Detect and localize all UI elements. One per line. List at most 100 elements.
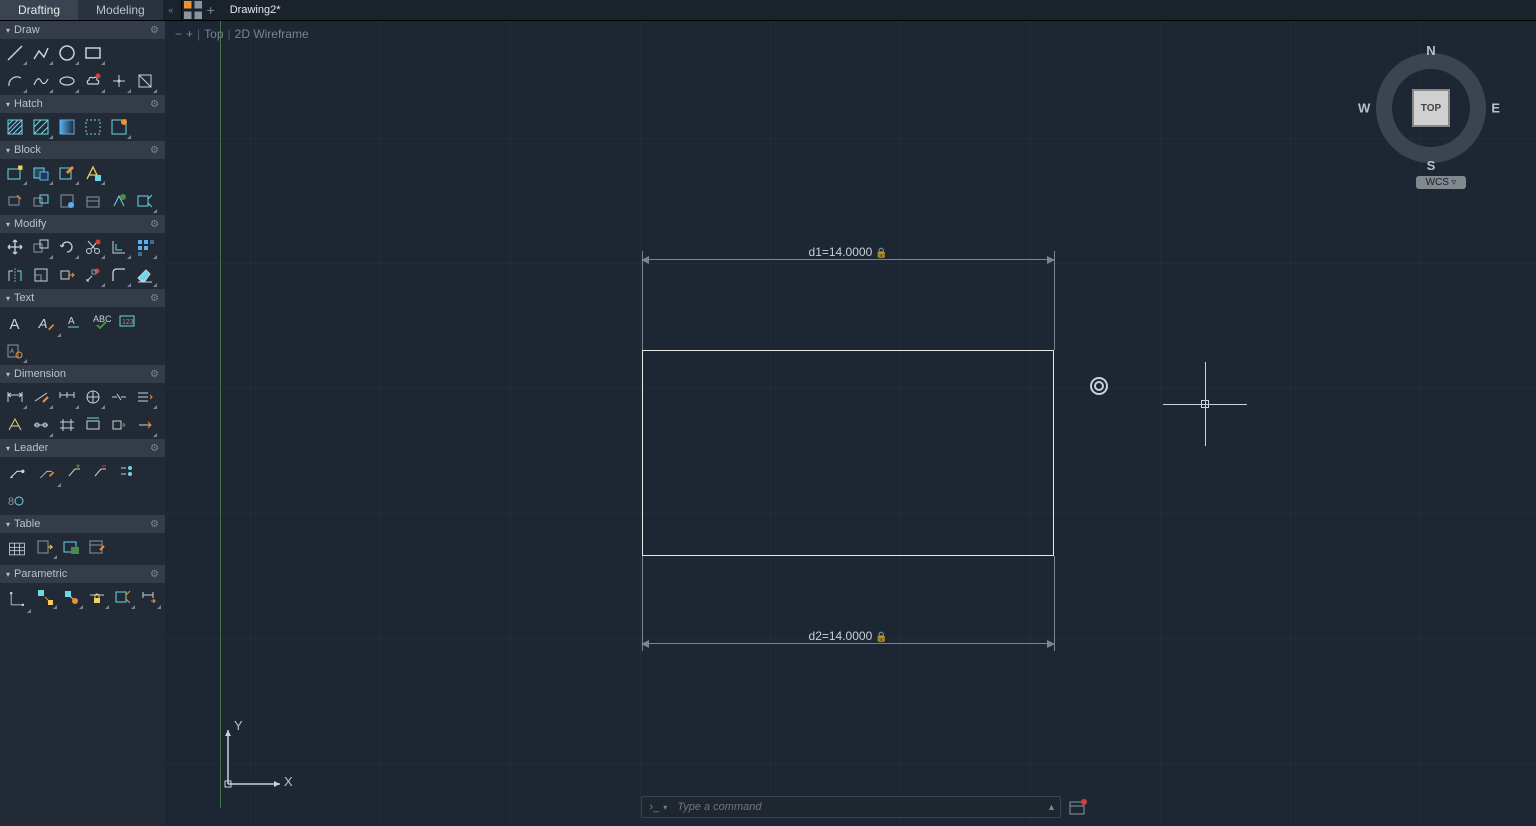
- boundary-tool-icon[interactable]: [80, 114, 106, 140]
- dim-break-icon[interactable]: [106, 384, 132, 410]
- block-tool-f-icon[interactable]: [132, 188, 158, 214]
- command-history-icon[interactable]: ▲: [1044, 802, 1060, 812]
- mirror-tool-icon[interactable]: [2, 262, 28, 288]
- view-cube[interactable]: TOP N S E W: [1370, 47, 1492, 169]
- ellipse-tool-icon[interactable]: [54, 68, 80, 94]
- mleader-tool-icon[interactable]: [2, 458, 32, 488]
- view-name[interactable]: Top: [204, 27, 223, 41]
- dim-tool-c-icon[interactable]: [54, 412, 80, 438]
- table-extract-icon[interactable]: [32, 534, 58, 560]
- dim-ordinate-icon[interactable]: [80, 384, 106, 410]
- dim-linear-icon[interactable]: [2, 384, 28, 410]
- panel-header-leader[interactable]: ▾Leader⚙: [0, 439, 165, 457]
- table-style-icon[interactable]: [84, 534, 110, 560]
- gear-icon[interactable]: ⚙: [150, 369, 159, 380]
- viewcube-top-face[interactable]: TOP: [1412, 89, 1450, 127]
- tab-drafting[interactable]: Drafting: [0, 0, 78, 20]
- tabs-more-icon[interactable]: «: [163, 0, 179, 20]
- panel-header-text[interactable]: ▾Text⚙: [0, 289, 165, 307]
- panel-header-draw[interactable]: ▾Draw⚙: [0, 21, 165, 39]
- block-edit-icon[interactable]: [54, 160, 80, 186]
- text-style-icon[interactable]: A: [62, 308, 88, 334]
- wcs-dropdown[interactable]: WCS: [1416, 176, 1466, 189]
- gear-icon[interactable]: ⚙: [150, 569, 159, 580]
- rectangle-tool-icon[interactable]: [80, 40, 106, 66]
- trim-tool-icon[interactable]: [80, 234, 106, 260]
- spline-tool-icon[interactable]: [28, 68, 54, 94]
- gear-icon[interactable]: ⚙: [150, 293, 159, 304]
- revcloud-tool-icon[interactable]: [80, 68, 106, 94]
- rotate-tool-icon[interactable]: [54, 234, 80, 260]
- compass-n[interactable]: N: [1426, 43, 1435, 58]
- table-link-icon[interactable]: [58, 534, 84, 560]
- leader-remove-icon[interactable]: [88, 458, 114, 484]
- mtext-tool-icon[interactable]: A: [2, 308, 32, 338]
- text-find-icon[interactable]: A: [2, 338, 28, 364]
- panel-header-parametric[interactable]: ▾Parametric⚙: [0, 565, 165, 583]
- arc-tool-icon[interactable]: [2, 68, 28, 94]
- copy-tool-icon[interactable]: [28, 234, 54, 260]
- constraint-delete-icon[interactable]: [136, 584, 162, 610]
- leader-edit-icon[interactable]: [32, 458, 62, 488]
- scale-tool-icon[interactable]: [28, 262, 54, 288]
- constraint-lock-icon[interactable]: [84, 584, 110, 610]
- circle-tool-icon[interactable]: [54, 40, 80, 66]
- leader-collect-icon[interactable]: 8: [2, 488, 28, 514]
- panel-header-table[interactable]: ▾Table⚙: [0, 515, 165, 533]
- dim-tool-e-icon[interactable]: [106, 412, 132, 438]
- line-tool-icon[interactable]: [2, 40, 28, 66]
- layout-grid-icon[interactable]: [184, 0, 202, 20]
- gear-icon[interactable]: ⚙: [150, 145, 159, 156]
- hatch-edit-icon[interactable]: [28, 114, 54, 140]
- block-tool-d-icon[interactable]: [80, 188, 106, 214]
- text-field-icon[interactable]: 123: [114, 308, 140, 334]
- text-check-icon[interactable]: ABC: [88, 308, 114, 334]
- panel-header-hatch[interactable]: ▾Hatch⚙: [0, 95, 165, 113]
- point-tool-icon[interactable]: [106, 68, 132, 94]
- block-tool-a-icon[interactable]: [2, 188, 28, 214]
- hatch-tool-icon[interactable]: [2, 114, 28, 140]
- constraint-show-icon[interactable]: [110, 584, 136, 610]
- geo-constraint-icon[interactable]: [2, 584, 32, 614]
- offset-tool-icon[interactable]: [106, 234, 132, 260]
- panel-header-modify[interactable]: ▾Modify⚙: [0, 215, 165, 233]
- region-tool-icon[interactable]: [132, 68, 158, 94]
- gradient-tool-icon[interactable]: [54, 114, 80, 140]
- gear-icon[interactable]: ⚙: [150, 219, 159, 230]
- block-attribute-icon[interactable]: [80, 160, 106, 186]
- hatch-settings-icon[interactable]: [106, 114, 132, 140]
- dim-continue-icon[interactable]: [54, 384, 80, 410]
- visual-style[interactable]: 2D Wireframe: [235, 27, 309, 41]
- block-tool-e-icon[interactable]: [106, 188, 132, 214]
- view-add-icon[interactable]: +: [186, 27, 193, 41]
- polyline-tool-icon[interactable]: [28, 40, 54, 66]
- gear-icon[interactable]: ⚙: [150, 25, 159, 36]
- block-create-icon[interactable]: [2, 160, 28, 186]
- block-insert-icon[interactable]: [28, 160, 54, 186]
- dim-tool-a-icon[interactable]: [2, 412, 28, 438]
- compass-s[interactable]: S: [1427, 158, 1436, 173]
- command-input[interactable]: [675, 800, 1043, 814]
- command-prompt-icon[interactable]: ›_ ▾: [642, 801, 676, 813]
- move-tool-icon[interactable]: [2, 234, 28, 260]
- leader-align-icon[interactable]: [114, 458, 140, 484]
- gear-icon[interactable]: ⚙: [150, 443, 159, 454]
- text-tool-icon[interactable]: A: [32, 308, 62, 338]
- compass-w[interactable]: W: [1358, 101, 1370, 116]
- dim-tool-d-icon[interactable]: [80, 412, 106, 438]
- tab-document[interactable]: Drawing2*: [220, 0, 291, 20]
- tab-modeling[interactable]: Modeling: [78, 0, 163, 20]
- table-tool-icon[interactable]: [2, 534, 32, 564]
- erase-tool-icon[interactable]: [132, 262, 158, 288]
- auto-constraint-icon[interactable]: [58, 584, 84, 610]
- gear-icon[interactable]: ⚙: [150, 519, 159, 530]
- panel-header-dimension[interactable]: ▾Dimension⚙: [0, 365, 165, 383]
- dim-aligned-icon[interactable]: [28, 384, 54, 410]
- panel-header-block[interactable]: ▾Block⚙: [0, 141, 165, 159]
- compass-e[interactable]: E: [1491, 101, 1500, 116]
- stretch-tool-icon[interactable]: [54, 262, 80, 288]
- fillet-tool-icon[interactable]: [106, 262, 132, 288]
- block-tool-b-icon[interactable]: [28, 188, 54, 214]
- block-tool-c-icon[interactable]: [54, 188, 80, 214]
- dim-style-icon[interactable]: [132, 384, 158, 410]
